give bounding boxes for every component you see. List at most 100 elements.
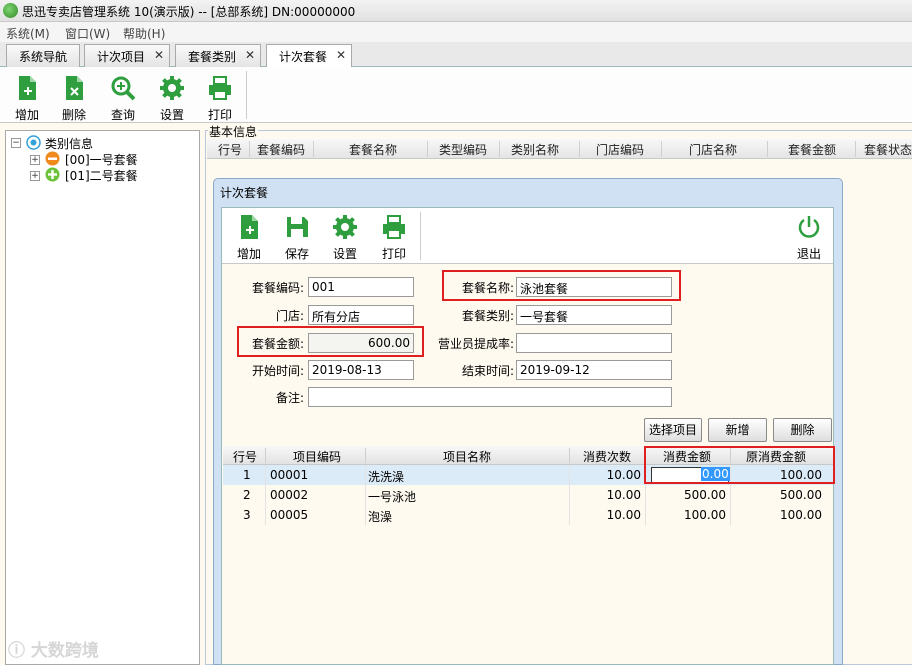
watermark-text: 大数跨境 <box>30 641 99 661</box>
dialog-print-label: 打印 <box>381 247 406 261</box>
highlight-box <box>644 446 835 484</box>
settings-button[interactable]: 设置 <box>155 75 189 123</box>
close-icon[interactable]: ✕ <box>245 48 255 62</box>
tree-root-label[interactable]: 类别信息 <box>45 135 93 152</box>
add-button[interactable]: 增加 <box>12 75 42 123</box>
item-code: 00001 <box>270 468 309 482</box>
window-title: 思迅专卖店管理系统 10(演示版) -- [总部系统] DN:00000000 <box>22 5 356 19</box>
col-header[interactable]: 类别名称 <box>511 141 559 158</box>
add-label: 增加 <box>14 108 39 122</box>
tab-system-nav[interactable]: 系统导航 <box>6 44 80 67</box>
amount-value: 100.00 <box>684 508 726 522</box>
store-label: 门店: <box>275 309 304 323</box>
orig-amount: 500.00 <box>780 488 822 502</box>
col-header[interactable]: 套餐编码 <box>257 141 305 158</box>
tree-item[interactable]: [01]二号套餐 <box>65 167 138 184</box>
dialog-save-label: 保存 <box>284 247 309 261</box>
collapse-icon[interactable]: − <box>11 138 21 148</box>
row-number: 3 <box>243 508 251 522</box>
dialog-title: 计次套餐 <box>220 186 269 200</box>
print-button[interactable]: 打印 <box>203 75 237 123</box>
menu-bar: 系统(M) 窗口(W) 帮助(H) <box>0 22 912 42</box>
dialog-add-label: 增加 <box>236 247 261 261</box>
tree-item[interactable]: [00]一号套餐 <box>65 151 138 168</box>
col-header[interactable]: 套餐金额 <box>788 141 836 158</box>
col-divider <box>661 141 662 157</box>
table-row[interactable]: 3 00005 泡澡 10.00 100.00 100.00 <box>223 505 833 525</box>
commission-field[interactable] <box>516 333 672 353</box>
printer-icon <box>209 76 231 100</box>
tab-label: 计次套餐 <box>279 50 328 64</box>
col-divider <box>249 141 250 157</box>
start-date-label: 开始时间: <box>251 364 304 378</box>
cell-divider <box>265 465 266 485</box>
code-label: 套餐编码: <box>251 281 304 295</box>
memo-field[interactable] <box>308 387 672 407</box>
package-grid-header: 行号 套餐编码 套餐名称 类型编码 类别名称 门店编码 门店名称 套餐金额 套餐… <box>207 139 912 159</box>
expand-icon[interactable]: + <box>30 155 40 165</box>
expand-icon[interactable]: + <box>30 171 40 181</box>
dialog-save-button[interactable]: 保存 <box>282 214 312 262</box>
cell-divider <box>265 505 266 525</box>
tab-count-package[interactable]: 计次套餐 ✕ <box>266 44 352 68</box>
save-icon <box>287 217 308 237</box>
col-header[interactable]: 门店名称 <box>689 141 737 158</box>
col-header[interactable]: 项目名称 <box>443 448 491 465</box>
gear-icon <box>160 76 184 100</box>
printer-icon <box>383 215 405 239</box>
col-header[interactable]: 行号 <box>233 448 257 465</box>
cell-divider <box>365 485 366 505</box>
category-label: 套餐类别: <box>461 309 514 323</box>
col-header[interactable]: 消费次数 <box>583 448 631 465</box>
col-header[interactable]: 行号 <box>218 141 242 158</box>
menu-help[interactable]: 帮助(H) <box>123 25 165 42</box>
row-number: 2 <box>243 488 251 502</box>
add-doc-icon <box>19 76 36 100</box>
watermark-icon: ⓘ <box>8 641 31 661</box>
dialog-add-button[interactable]: 增加 <box>234 214 264 262</box>
delete-button[interactable]: 删除 <box>59 75 89 123</box>
cell-divider <box>265 485 266 505</box>
category-tree: − 类别信息 + [00]一号套餐 + [01]二号套餐 <box>5 130 200 665</box>
delete-item-button[interactable]: 删除 <box>773 418 832 442</box>
delete-doc-icon <box>66 76 83 100</box>
col-divider <box>579 141 580 157</box>
col-header[interactable]: 类型编码 <box>439 141 487 158</box>
add-doc-icon <box>241 215 258 239</box>
item-name: 泡澡 <box>368 510 393 524</box>
tab-package-category[interactable]: 套餐类别 ✕ <box>175 44 261 67</box>
new-item-button[interactable]: 新增 <box>708 418 767 442</box>
query-button[interactable]: 查询 <box>106 75 140 123</box>
tab-count-items[interactable]: 计次项目 ✕ <box>84 44 170 67</box>
col-divider <box>855 141 856 157</box>
close-icon[interactable]: ✕ <box>154 48 164 62</box>
col-header[interactable]: 项目编码 <box>293 448 341 465</box>
col-header[interactable]: 套餐状态 <box>864 141 912 158</box>
highlight-box <box>442 270 681 301</box>
col-header[interactable]: 套餐名称 <box>349 141 397 158</box>
col-header[interactable]: 门店编码 <box>596 141 644 158</box>
power-icon <box>798 216 820 238</box>
exit-button[interactable]: 退出 <box>794 214 824 262</box>
end-date-field[interactable]: 2019-09-12 <box>516 360 672 380</box>
store-field[interactable]: 所有分店 <box>308 305 414 325</box>
category-field[interactable]: 一号套餐 <box>516 305 672 325</box>
col-divider <box>767 141 768 157</box>
times: 10.00 <box>606 508 641 522</box>
close-icon[interactable]: ✕ <box>336 48 346 62</box>
menu-system[interactable]: 系统(M) <box>6 25 50 42</box>
dialog-settings-button[interactable]: 设置 <box>328 214 362 262</box>
dialog-print-button[interactable]: 打印 <box>377 214 411 262</box>
info-target-icon <box>26 135 41 150</box>
code-field[interactable]: 001 <box>308 277 414 297</box>
start-date-field[interactable]: 2019-08-13 <box>308 360 414 380</box>
tab-label: 套餐类别 <box>188 50 237 64</box>
select-items-button[interactable]: 选择项目 <box>644 418 702 442</box>
commission-label: 营业员提成率: <box>437 337 514 351</box>
col-divider <box>365 448 366 463</box>
times: 10.00 <box>606 468 641 482</box>
table-row[interactable]: 2 00002 一号泳池 10.00 500.00 500.00 <box>223 485 833 505</box>
menu-window[interactable]: 窗口(W) <box>65 25 110 42</box>
col-divider <box>427 141 428 157</box>
main-toolbar: 增加 删除 查询 设置 打印 <box>0 67 912 123</box>
